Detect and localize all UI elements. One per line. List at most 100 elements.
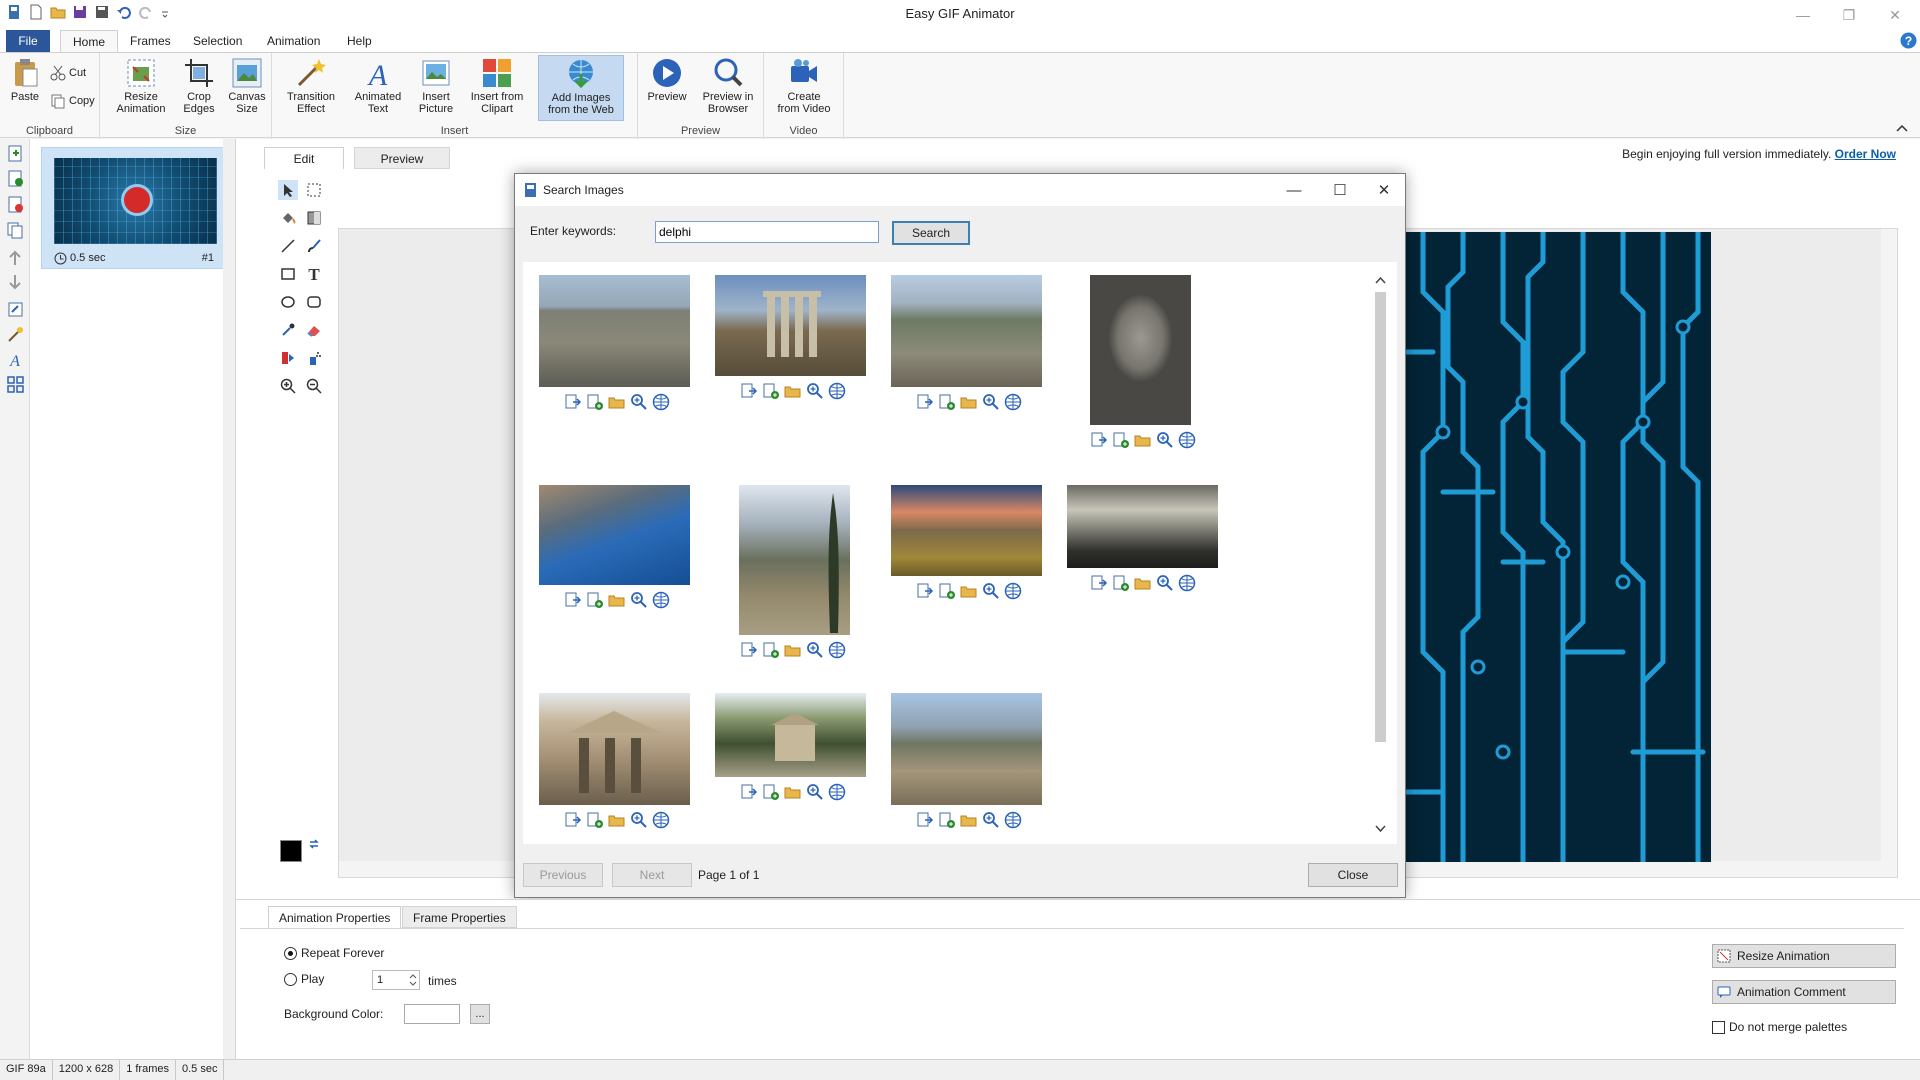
previous-button[interactable]: Previous [523, 863, 603, 887]
frames-scrollbar[interactable] [223, 139, 235, 1059]
repeat-forever-option[interactable]: Repeat Forever [284, 946, 384, 961]
scroll-down-icon[interactable] [1375, 825, 1386, 833]
open-web-globe-icon[interactable] [1003, 811, 1023, 829]
tab-preview[interactable]: Preview [354, 147, 450, 169]
add-as-frame-icon[interactable] [1111, 574, 1131, 592]
open-web-globe-icon[interactable] [827, 783, 847, 801]
save-folder-icon[interactable] [959, 393, 979, 411]
grid-icon[interactable] [7, 376, 24, 393]
zoom-preview-icon[interactable] [1155, 431, 1175, 449]
results-scroll-thumb[interactable] [1375, 292, 1386, 742]
dialog-maximize-button[interactable]: ☐ [1317, 174, 1363, 206]
zoom-out-tool[interactable] [304, 376, 324, 396]
save-folder-icon[interactable] [1133, 431, 1153, 449]
insert-clipart-button[interactable]: Insert from Clipart [466, 57, 528, 115]
result-image-2[interactable] [715, 275, 866, 376]
order-now-link[interactable]: Order Now [1835, 147, 1896, 161]
rounded-rect-tool[interactable] [304, 292, 324, 312]
save-folder-icon[interactable] [607, 811, 627, 829]
zoom-preview-icon[interactable] [805, 641, 825, 659]
add-as-frame-icon[interactable] [937, 582, 957, 600]
tab-animation[interactable]: Animation [255, 30, 332, 52]
add-as-frame-icon[interactable] [937, 811, 957, 829]
spray-tool[interactable] [304, 348, 324, 368]
tab-edit[interactable]: Edit [264, 147, 344, 169]
tab-help[interactable]: Help [335, 30, 384, 52]
open-web-globe-icon[interactable] [651, 393, 671, 411]
insert-picture-button[interactable]: Insert Picture [412, 57, 460, 115]
add-as-frame-icon[interactable] [761, 641, 781, 659]
rectangle-tool[interactable] [278, 264, 298, 284]
open-web-globe-icon[interactable] [827, 641, 847, 659]
help-icon[interactable]: ? [1900, 32, 1917, 49]
play-count-spinner[interactable]: 1 [372, 970, 420, 990]
foreground-color-swatch[interactable] [280, 840, 302, 862]
result-image-6[interactable] [739, 485, 850, 635]
zoom-preview-icon[interactable] [805, 783, 825, 801]
result-image-10[interactable] [715, 693, 866, 777]
zoom-preview-icon[interactable] [805, 382, 825, 400]
spinner-arrows-icon[interactable] [408, 972, 418, 988]
play-option[interactable]: Play [284, 972, 324, 987]
zoom-preview-icon[interactable] [981, 582, 1001, 600]
transition-effect-button[interactable]: Transition Effect [280, 57, 342, 115]
paste-button[interactable]: Paste [6, 57, 44, 103]
preview-in-browser-button[interactable]: Preview in Browser [696, 57, 760, 115]
add-to-animation-icon[interactable] [915, 393, 935, 411]
close-window-button[interactable]: ✕ [1872, 0, 1918, 30]
resize-animation-prop-button[interactable]: Resize Animation [1712, 944, 1896, 968]
add-to-animation-icon[interactable] [1089, 574, 1109, 592]
resize-animation-button[interactable]: Resize Animation [110, 57, 172, 115]
preview-button[interactable]: Preview [642, 57, 692, 103]
tab-frame-properties[interactable]: Frame Properties [402, 906, 517, 928]
merge-palettes-option[interactable]: Do not merge palettes [1712, 1020, 1847, 1035]
add-as-frame-icon[interactable] [1111, 431, 1131, 449]
result-image-11[interactable] [891, 693, 1042, 805]
crop-edges-button[interactable]: Crop Edges [178, 57, 220, 115]
open-web-globe-icon[interactable] [1003, 393, 1023, 411]
tab-animation-properties[interactable]: Animation Properties [268, 906, 402, 928]
copy-button[interactable]: Copy [50, 93, 95, 109]
close-button[interactable]: Close [1308, 863, 1398, 887]
insert-frame-icon[interactable] [7, 170, 24, 187]
result-image-8[interactable] [1067, 485, 1218, 568]
open-web-globe-icon[interactable] [827, 382, 847, 400]
save-folder-icon[interactable] [959, 582, 979, 600]
add-as-frame-icon[interactable] [585, 591, 605, 609]
save-folder-icon[interactable] [607, 591, 627, 609]
play-radio[interactable] [284, 973, 297, 987]
add-to-animation-icon[interactable] [739, 382, 759, 400]
fill-tool[interactable] [278, 208, 298, 228]
result-image-5[interactable] [539, 485, 690, 585]
zoom-preview-icon[interactable] [629, 811, 649, 829]
add-frame-icon[interactable] [7, 145, 24, 162]
cut-button[interactable]: Cut [50, 65, 86, 81]
transition-wand-icon[interactable] [7, 326, 24, 343]
zoom-preview-icon[interactable] [981, 393, 1001, 411]
delete-frame-icon[interactable] [7, 196, 24, 213]
save-folder-icon[interactable] [783, 783, 803, 801]
results-scrollbar[interactable] [1372, 262, 1389, 844]
search-button[interactable]: Search [892, 221, 970, 245]
open-web-globe-icon[interactable] [1177, 431, 1197, 449]
scroll-up-icon[interactable] [1375, 276, 1386, 284]
tab-selection[interactable]: Selection [181, 30, 254, 52]
add-as-frame-icon[interactable] [761, 382, 781, 400]
select-tool[interactable] [278, 180, 298, 200]
ellipse-tool[interactable] [278, 292, 298, 312]
repeat-forever-radio[interactable] [284, 947, 297, 961]
canvas-vscrollbar[interactable] [1881, 229, 1897, 877]
canvas-size-button[interactable]: Canvas Size [226, 57, 268, 115]
result-image-7[interactable] [891, 485, 1042, 576]
add-as-frame-icon[interactable] [585, 811, 605, 829]
add-to-animation-icon[interactable] [915, 582, 935, 600]
zoom-preview-icon[interactable] [629, 591, 649, 609]
add-as-frame-icon[interactable] [761, 783, 781, 801]
text-tool[interactable]: T [304, 264, 324, 284]
create-from-video-button[interactable]: Create from Video [772, 57, 836, 115]
zoom-preview-icon[interactable] [981, 811, 1001, 829]
dialog-close-x-button[interactable]: ✕ [1361, 174, 1407, 206]
add-to-animation-icon[interactable] [915, 811, 935, 829]
move-up-icon[interactable] [7, 250, 24, 267]
save-folder-icon[interactable] [783, 641, 803, 659]
